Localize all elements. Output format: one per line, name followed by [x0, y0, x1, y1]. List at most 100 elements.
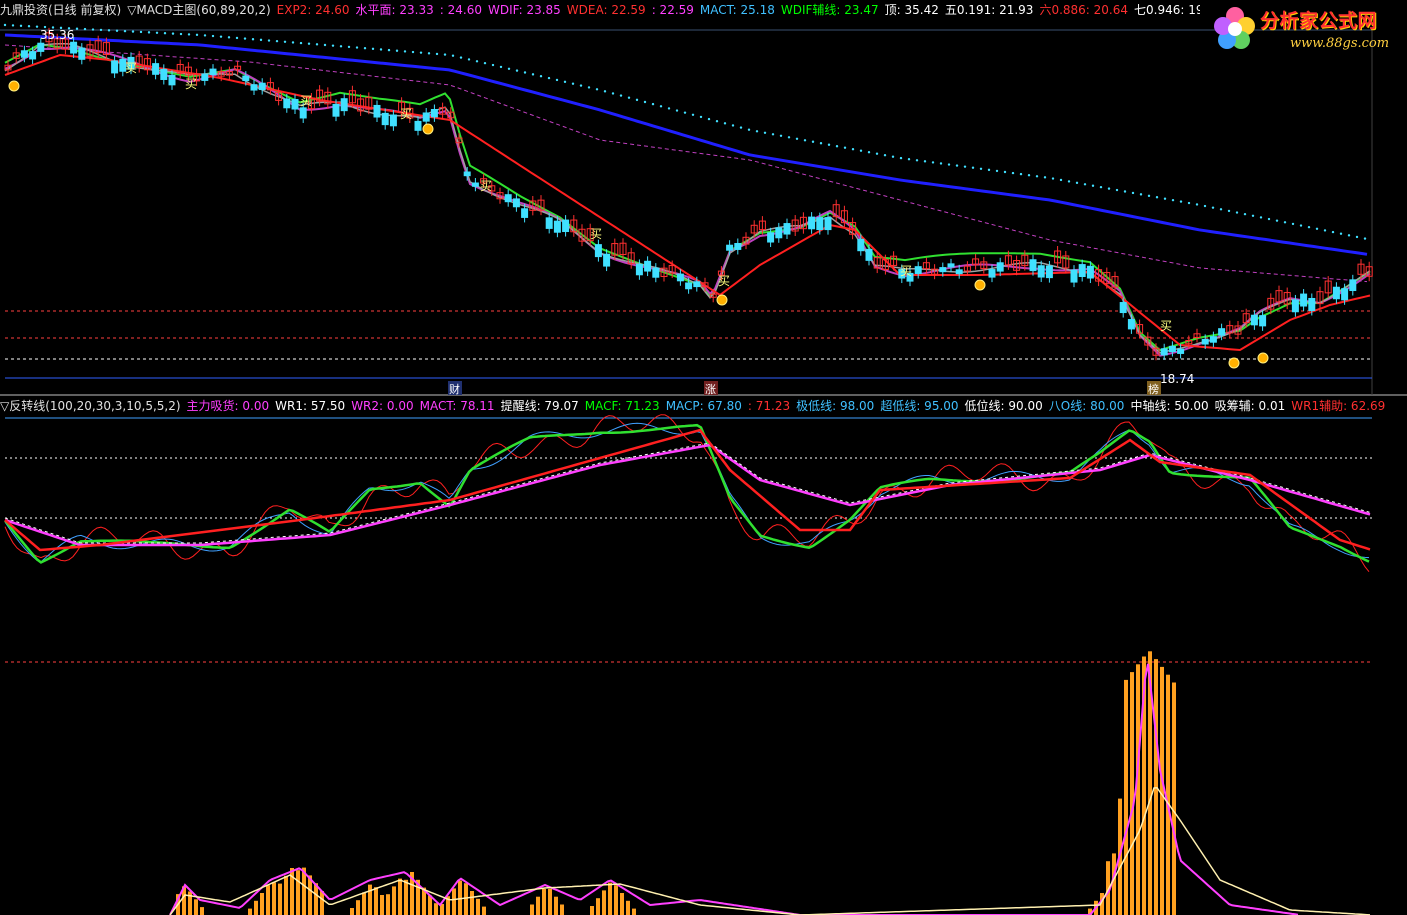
- dotted-ma-point: [467, 58, 471, 61]
- candle-body: [250, 84, 258, 91]
- dotted-ma-point: [835, 145, 839, 148]
- dotted-ma-point: [963, 165, 967, 168]
- sub-indicator-name[interactable]: ▽反转线(100,20,30,3,10,5,5,2): [0, 399, 181, 413]
- histogram-bar: [194, 899, 198, 915]
- dotted-ma-point: [91, 28, 95, 31]
- dotted-ma-point: [387, 48, 391, 52]
- candle-body: [381, 112, 389, 126]
- dotted-ma-point: [1115, 188, 1119, 192]
- dotted-ma-point: [1315, 227, 1319, 231]
- gold-marker-icon: [422, 123, 434, 135]
- dotted-ma-point: [99, 28, 103, 32]
- dotted-ma-point: [371, 47, 375, 51]
- main-legend-item: 七0.946: 19.64: [1134, 3, 1200, 17]
- dotted-ma-point: [771, 133, 775, 136]
- dotted-ma-point: [499, 65, 503, 69]
- dotted-ma-point: [883, 154, 887, 157]
- dotted-ma-point: [603, 90, 607, 93]
- dotted-ma-point: [1299, 224, 1303, 227]
- sub-legend-item: 主力吸货: 0.00: [186, 399, 270, 413]
- candle-body: [389, 114, 397, 127]
- candle-body: [258, 82, 266, 91]
- dotted-ma-point: [27, 25, 31, 28]
- gold-marker-icon: [8, 80, 20, 92]
- dotted-ma-point: [1363, 237, 1367, 240]
- candle-body: [1177, 348, 1185, 354]
- sub-indicator-legend: ▽反转线(100,20,30,3,10,5,5,2) 主力吸货: 0.00 WR1:…: [0, 398, 1400, 415]
- candle-body: [767, 232, 775, 243]
- histogram-bar: [386, 894, 390, 915]
- sub-legend-item: WR1辅助: 62.69: [1291, 399, 1386, 413]
- dotted-ma-point: [827, 143, 831, 146]
- candle-body: [783, 223, 791, 235]
- candle-body: [1127, 319, 1135, 330]
- candle-body: [594, 244, 602, 258]
- blue-macp-line: [4, 422, 1370, 563]
- histogram-bar: [404, 879, 408, 915]
- dotted-ma-point: [667, 107, 671, 110]
- dotted-ma-point: [1307, 225, 1311, 229]
- histogram-bar: [554, 896, 558, 915]
- candle-body: [1349, 279, 1357, 292]
- histogram-bar: [560, 904, 564, 915]
- candle-body: [1209, 336, 1217, 343]
- histogram-bar: [590, 906, 594, 915]
- sub-legend-item: 超低线: 95.00: [880, 399, 959, 413]
- histogram-bar: [452, 888, 456, 915]
- dotted-ma-point: [243, 37, 247, 40]
- stock-chart-canvas[interactable]: 买买买买买买买买买35.3618.74财涨榜: [0, 0, 1407, 915]
- logo-url: www.88gs.com: [1290, 36, 1390, 51]
- dotted-ma-point: [299, 41, 303, 45]
- dotted-ma-point: [1075, 181, 1079, 185]
- candle-body: [652, 267, 660, 278]
- dotted-ma-point: [459, 56, 463, 59]
- magenta-mact-line: [4, 443, 1371, 547]
- histogram-bar: [1172, 682, 1176, 915]
- candle-body: [1168, 345, 1176, 353]
- candle-body: [676, 273, 684, 282]
- dotted-ma-point: [531, 73, 535, 76]
- candle-body: [291, 99, 299, 110]
- histogram-bar: [350, 908, 354, 915]
- dotted-ma-point: [403, 50, 407, 53]
- dotted-ma-point: [1011, 171, 1015, 175]
- candle-body: [430, 109, 438, 118]
- dotted-ma-point: [779, 134, 783, 137]
- green-macf-line: [4, 423, 1370, 564]
- candle-body: [1291, 299, 1299, 313]
- dotted-ma-point: [395, 49, 399, 52]
- dotted-ma-point: [763, 131, 767, 134]
- candle-body: [1119, 302, 1127, 314]
- candle-body: [1250, 314, 1258, 326]
- histogram-bar: [1166, 674, 1170, 915]
- buy-signal-label: 买: [300, 94, 312, 108]
- candle-body: [373, 104, 381, 118]
- dotted-ma-point: [955, 164, 959, 167]
- main-legend-item: 顶: 35.42: [884, 3, 939, 17]
- histogram-bar: [266, 885, 270, 915]
- main-legend-item: WDEA: 22.59: [566, 3, 646, 17]
- green-ma-line: [4, 43, 1371, 352]
- main-indicator-name[interactable]: ▽MACD主图(60,89,20,2): [127, 3, 270, 17]
- dotted-ma-point: [275, 39, 279, 43]
- dotted-ma-point: [843, 146, 847, 149]
- sub-legend-item: MACF: 71.23: [584, 399, 660, 413]
- candle-body: [955, 269, 963, 275]
- candle-body: [988, 269, 996, 278]
- dotted-ma-point: [75, 27, 79, 30]
- candle-body: [1037, 265, 1045, 278]
- dotted-ma-point: [987, 168, 991, 172]
- candle-body: [299, 107, 307, 119]
- dotted-ma-point: [547, 76, 551, 80]
- histogram-bar: [464, 883, 468, 915]
- dotted-ma-point: [859, 149, 863, 152]
- dotted-ma-point: [1355, 235, 1359, 239]
- candle-body: [283, 98, 291, 109]
- main-legend-item: WDIF辅线: 23.47: [780, 3, 879, 17]
- dotted-ma-point: [979, 167, 983, 170]
- magenta-volume-line: [169, 663, 1299, 915]
- dotted-ma-point: [595, 88, 599, 91]
- dotted-ma-point: [811, 140, 815, 143]
- dotted-ma-point: [163, 32, 167, 35]
- dotted-ma-point: [1035, 175, 1039, 178]
